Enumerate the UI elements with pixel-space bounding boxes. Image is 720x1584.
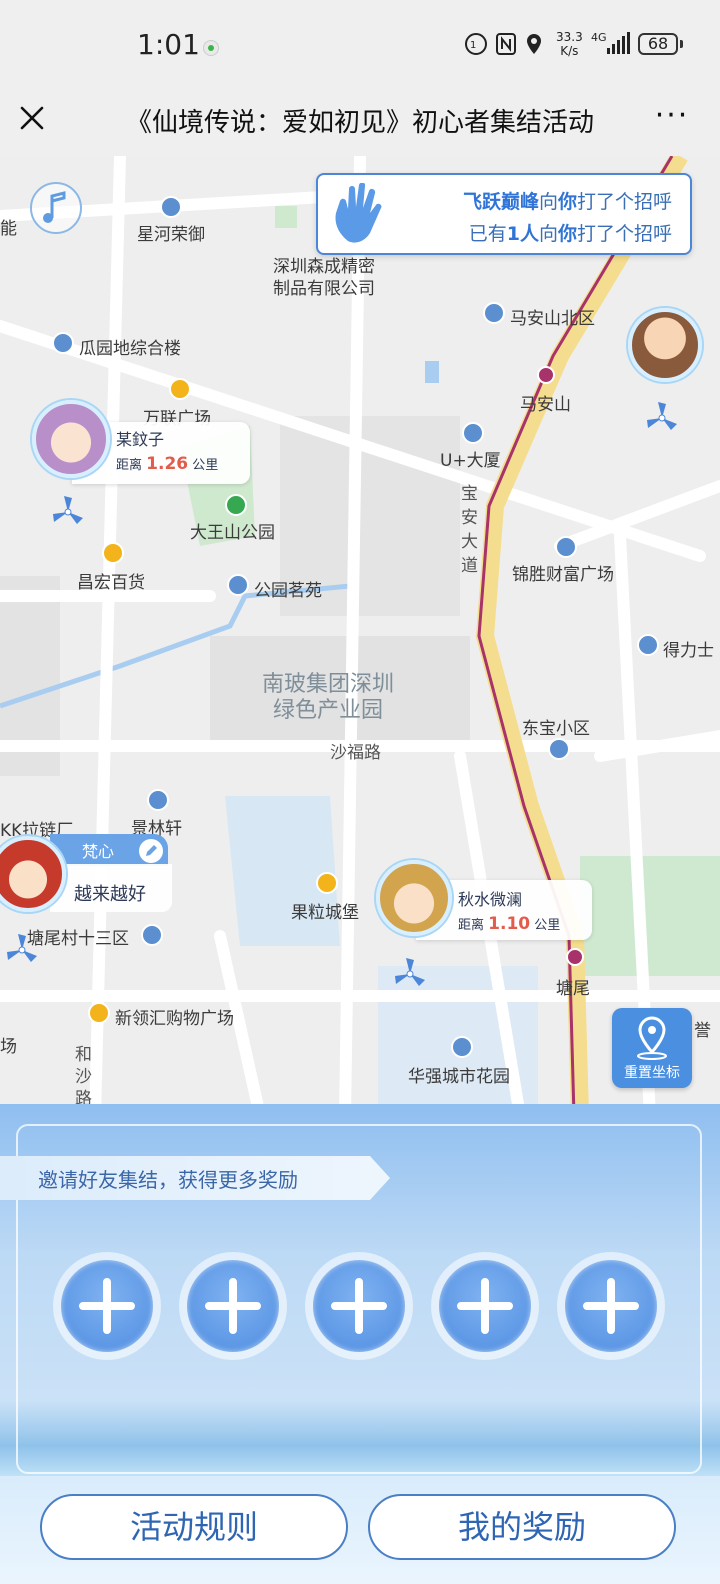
map-label: 果粒城堡 [291, 903, 359, 923]
map-label: 塘尾 [556, 979, 590, 999]
edit-icon[interactable] [138, 838, 164, 864]
music-icon[interactable] [28, 180, 84, 236]
map-label: U+大厦 [440, 451, 501, 471]
wechat-notification-icon [203, 40, 219, 56]
poi-icon [147, 789, 169, 811]
map-road-label: 沙福路 [330, 743, 381, 763]
nfc-icon [496, 33, 516, 55]
poi-icon [88, 1002, 110, 1024]
map-view[interactable]: 能 星河荣御 深圳森成精密 制品有限公司 马安山北区 瓜园地综合楼 万联广场 马… [0, 156, 720, 1116]
plus-icon [331, 1278, 387, 1334]
poi-icon [141, 924, 163, 946]
poi-icon [555, 536, 577, 558]
metro-icon [566, 948, 584, 966]
poi-icon [160, 196, 182, 218]
invite-slot-button[interactable] [431, 1252, 539, 1360]
player-avatar[interactable] [628, 308, 702, 382]
my-player-name: 梵心 [82, 842, 115, 861]
poi-icon [316, 872, 338, 894]
invite-slot-button[interactable] [53, 1252, 161, 1360]
poi-icon [462, 422, 484, 444]
park-icon [225, 494, 247, 516]
map-label: 塘尾村十三区 [27, 929, 129, 949]
close-icon[interactable] [14, 100, 50, 136]
map-label: 瓜园地综合楼 [79, 339, 181, 359]
status-time: 1:01 [137, 28, 200, 61]
map-label: 昌宏百货 [77, 573, 145, 593]
player-distance: 距离 1.10 公里 [458, 914, 561, 934]
wave-hand-icon [335, 183, 382, 243]
plus-icon [583, 1278, 639, 1334]
invite-slot-button[interactable] [557, 1252, 665, 1360]
map-label: 马安山北区 [510, 309, 595, 329]
my-player-message: 越来越好 [74, 884, 146, 905]
map-label: 场 [0, 1037, 17, 1057]
poi-icon [102, 542, 124, 564]
svg-text:1: 1 [470, 40, 476, 51]
poi-icon [451, 1036, 473, 1058]
player-avatar [376, 860, 452, 936]
reset-location-button[interactable]: 重置坐标 [612, 1008, 692, 1088]
map-roads [0, 156, 720, 1116]
plus-icon [79, 1278, 135, 1334]
signal-icon [607, 32, 630, 54]
network-speed: 33.3 K/s [556, 30, 583, 58]
map-label: 大王山公园 [190, 523, 275, 543]
map-road-label: 宝安大道 [461, 484, 478, 576]
player-name: 秋水微澜 [458, 890, 523, 909]
map-label: 誉 [694, 1021, 711, 1041]
invite-slot-button[interactable] [305, 1252, 413, 1360]
player-name: 某鈫子 [116, 430, 165, 449]
greeting-line-1: 飞跃巅峰向你打了个招呼 [462, 191, 672, 213]
location-pin-icon [637, 1016, 667, 1060]
map-label: 马安山 [520, 395, 571, 415]
map-label: 东宝小区 [522, 719, 590, 739]
hd-voice-icon: 1 [465, 33, 487, 55]
battery-indicator: 68 [638, 33, 678, 55]
location-icon [527, 34, 541, 54]
poi-icon [483, 302, 505, 324]
plus-icon [205, 1278, 261, 1334]
player-distance: 距离 1.26 公里 [116, 454, 219, 474]
greeting-notification[interactable]: 飞跃巅峰向你打了个招呼 已有1人向你打了个招呼 [316, 173, 692, 255]
greeting-line-2: 已有1人向你打了个招呼 [468, 223, 672, 245]
battery-tip [680, 40, 683, 48]
map-label: 新领汇购物广场 [115, 1009, 234, 1029]
windmill-icon [7, 934, 37, 962]
windmill-icon [53, 496, 83, 524]
map-road-label: 和沙路 [75, 1045, 92, 1109]
my-rewards-button[interactable]: 我的奖励 [368, 1494, 676, 1560]
map-label: 华强城市花园 [408, 1067, 510, 1087]
poi-icon [227, 574, 249, 596]
map-label: 星河荣御 [137, 225, 205, 245]
metro-icon [537, 366, 555, 384]
poi-icon [52, 332, 74, 354]
windmill-icon [647, 402, 677, 430]
network-type: 4G [591, 31, 607, 44]
poi-icon [169, 378, 191, 400]
player-avatar [32, 400, 110, 478]
reset-location-label: 重置坐标 [624, 1065, 680, 1081]
poi-icon [637, 634, 659, 656]
activity-rules-button[interactable]: 活动规则 [40, 1494, 348, 1560]
more-options-button[interactable]: ··· [650, 101, 694, 134]
page-title: 《仙境传说：爱如初见》初心者集结活动 [125, 108, 594, 138]
map-label: 制品有限公司 [273, 279, 375, 299]
map-label: 得力士 [663, 641, 714, 661]
poi-icon [548, 738, 570, 760]
plus-icon [457, 1278, 513, 1334]
invite-slot-button[interactable] [179, 1252, 287, 1360]
map-label: 能 [0, 219, 17, 239]
map-label: 南玻集团深圳 绿色产业园 [262, 672, 395, 723]
map-label: 公园茗苑 [254, 581, 322, 601]
invite-text: 邀请好友集结，获得更多奖励 [38, 1168, 298, 1192]
windmill-icon [395, 958, 425, 986]
map-label: 锦胜财富广场 [512, 565, 614, 585]
